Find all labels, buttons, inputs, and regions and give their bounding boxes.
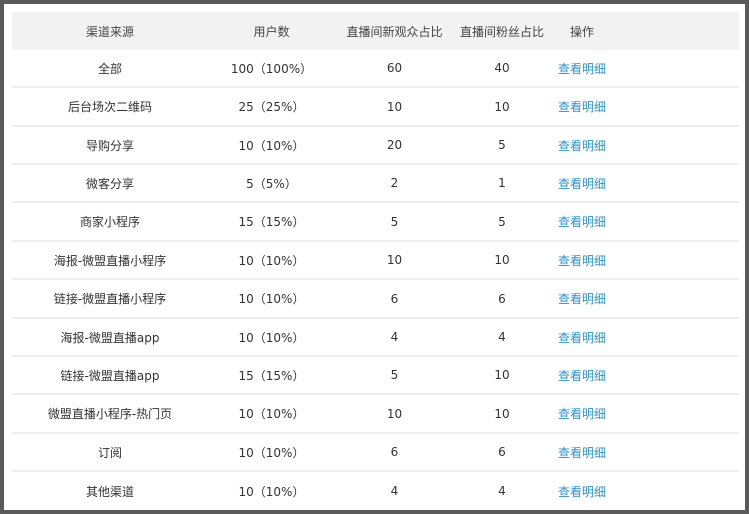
new-viewer-cell: 60 [386,61,403,75]
channel-source-table: 渠道来源 用户数 直播间新观众占比 直播间粉丝占比 操作 全部 100（100%… [12,12,739,510]
view-details-link[interactable]: 查看明细 [550,88,614,125]
table-row: 订阅 10（10%） 6 6 查看明细 [12,434,739,472]
users-cell: 10（10%） [238,407,305,421]
view-details-link[interactable]: 查看明细 [550,127,614,163]
table-row: 其他渠道 10（10%） 4 4 查看明细 [12,472,739,510]
users-cell: 100（100%） [230,61,313,76]
source-cell: 导购分享 [85,138,134,153]
new-viewer-cell: 6 [390,445,399,459]
source-cell: 海报-微盟直播app [60,330,160,345]
table-row: 后台场次二维码 25（25%） 10 10 查看明细 [12,88,739,127]
source-cell: 链接-微盟直播小程序 [53,292,167,306]
fan-cell: 6 [498,291,506,306]
users-cell: 5（5%） [246,176,297,191]
fan-cell: 10 [494,368,510,382]
new-viewer-cell: 2 [390,176,399,190]
fan-cell: 1 [498,176,506,190]
fan-cell: 10 [494,253,510,267]
users-cell: 10（10%） [238,484,305,499]
view-details-link[interactable]: 查看明细 [550,472,614,510]
fan-cell: 10 [494,99,510,114]
source-cell: 全部 [97,61,122,76]
table-row: 链接-微盟直播app 15（15%） 5 10 查看明细 [12,357,739,395]
new-viewer-cell: 4 [390,330,399,344]
window-frame: 渠道来源 用户数 直播间新观众占比 直播间粉丝占比 操作 全部 100（100%… [0,0,749,514]
source-cell: 商家小程序 [79,215,140,229]
view-details-link[interactable]: 查看明细 [550,434,614,470]
fan-cell: 10 [494,406,510,421]
column-header-fan-ratio: 直播间粉丝占比 [459,24,544,39]
users-cell: 10（10%） [238,445,305,460]
view-details-link[interactable]: 查看明细 [550,280,614,317]
source-cell: 链接-微盟直播app [60,368,160,383]
new-viewer-cell: 20 [386,138,403,152]
table-row: 海报-微盟直播app 10（10%） 4 4 查看明细 [12,319,739,357]
new-viewer-cell: 5 [390,368,399,382]
fan-cell: 6 [498,445,506,459]
view-details-link[interactable]: 查看明细 [550,242,614,278]
view-details-link[interactable]: 查看明细 [550,319,614,355]
view-details-link[interactable]: 查看明细 [550,357,614,393]
new-viewer-cell: 6 [390,291,399,306]
view-details-link[interactable]: 查看明细 [550,50,614,86]
table-header: 渠道来源 用户数 直播间新观众占比 直播间粉丝占比 操作 [12,12,739,50]
table-row: 导购分享 10（10%） 20 5 查看明细 [12,127,739,165]
users-cell: 25（25%） [238,100,305,114]
view-details-link[interactable]: 查看明细 [550,203,614,240]
fan-cell: 4 [498,330,506,344]
users-cell: 10（10%） [238,253,305,268]
new-viewer-cell: 4 [390,484,399,498]
column-header-new-viewer-ratio: 直播间新观众占比 [346,24,443,39]
source-cell: 订阅 [97,445,122,460]
users-cell: 15（15%） [238,368,305,383]
fan-cell: 40 [494,61,510,75]
new-viewer-cell: 5 [390,214,399,229]
column-header-action: 操作 [569,24,594,39]
table-row: 微盟直播小程序-热门页 10（10%） 10 10 查看明细 [12,395,739,434]
view-details-link[interactable]: 查看明细 [550,165,614,201]
source-cell: 后台场次二维码 [67,100,152,114]
source-cell: 微盟直播小程序-热门页 [47,407,173,421]
view-details-link[interactable]: 查看明细 [550,395,614,432]
source-cell: 其他渠道 [85,484,134,499]
fan-cell: 4 [498,484,506,498]
users-cell: 10（10%） [238,292,305,306]
source-cell: 微客分享 [85,176,134,191]
table-row: 全部 100（100%） 60 40 查看明细 [12,50,739,88]
source-cell: 海报-微盟直播小程序 [53,253,167,268]
new-viewer-cell: 10 [386,99,403,114]
users-cell: 15（15%） [238,215,305,229]
table-row: 海报-微盟直播小程序 10（10%） 10 10 查看明细 [12,242,739,280]
table-row: 链接-微盟直播小程序 10（10%） 6 6 查看明细 [12,280,739,319]
table-row: 商家小程序 15（15%） 5 5 查看明细 [12,203,739,242]
fan-cell: 5 [498,138,506,152]
column-header-source: 渠道来源 [85,24,134,39]
new-viewer-cell: 10 [386,253,403,267]
new-viewer-cell: 10 [386,406,403,421]
users-cell: 10（10%） [238,330,305,345]
table-row: 微客分享 5（5%） 2 1 查看明细 [12,165,739,203]
column-header-users: 用户数 [253,24,290,39]
users-cell: 10（10%） [238,138,305,153]
fan-cell: 5 [498,214,506,229]
